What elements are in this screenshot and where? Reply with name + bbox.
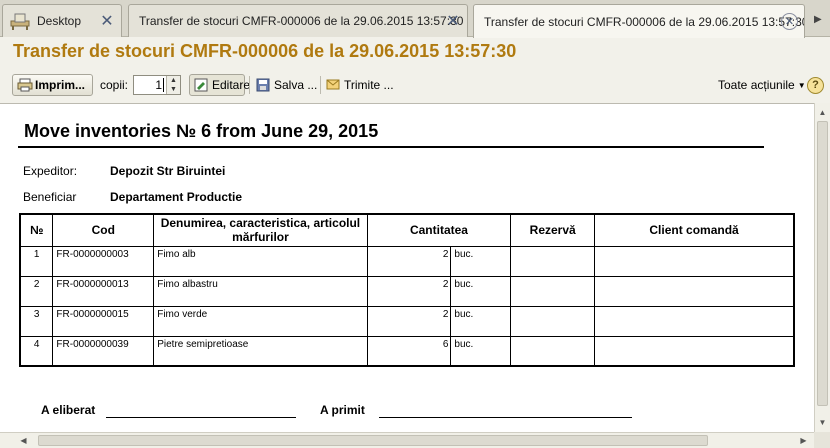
help-button[interactable]: ?: [807, 77, 824, 94]
receiver-label: Beneficiar: [23, 190, 77, 204]
row-client: [594, 335, 795, 366]
title-underline: [18, 146, 764, 148]
toolbar-separator: [249, 76, 250, 94]
items-table: № Cod Denumirea, caracteristica, articol…: [19, 213, 795, 367]
row-number: 3: [19, 305, 54, 336]
toolbar: Imprim... copii: 1 ▲ ▼ Editare Salva ... …: [0, 72, 830, 100]
floppy-disk-icon: [256, 78, 270, 92]
row-client: [594, 245, 795, 276]
report-title: Move inventories № 6 from June 29, 2015: [24, 121, 379, 141]
edit-button[interactable]: Editare: [189, 74, 250, 96]
row-quantity: 2: [366, 305, 452, 336]
sender-value: Depozit Str Biruintei: [110, 164, 226, 178]
scroll-corner: [814, 432, 830, 448]
table-row: 4 FR-0000000039 Pietre semipretioase 6 b…: [19, 335, 795, 366]
edit-label: Editare: [212, 78, 251, 92]
copies-value[interactable]: 1: [155, 78, 164, 92]
copies-stepper[interactable]: 1 ▲ ▼: [133, 75, 181, 95]
scroll-thumb[interactable]: [817, 121, 828, 406]
row-unit: buc.: [450, 245, 512, 276]
tab-transfer-1[interactable]: Transfer de stocuri CMFR-000006 de la 29…: [128, 4, 468, 37]
column-header: Denumirea, caracteristica, articolul măr…: [153, 213, 368, 247]
scroll-up-icon[interactable]: ▲: [815, 105, 830, 120]
all-actions-label: Toate acțiunile: [718, 78, 795, 92]
row-number: 2: [19, 275, 54, 306]
all-actions-menu[interactable]: Toate acțiunile ▼: [718, 74, 806, 96]
table-header: № Cod Denumirea, caracteristica, articol…: [19, 213, 795, 247]
edit-icon: [194, 78, 208, 92]
page-title: Transfer de stocuri CMFR-000006 de la 29…: [13, 41, 517, 61]
close-circle-icon[interactable]: ✕: [781, 13, 798, 30]
row-quantity: 2: [366, 245, 452, 276]
tab-transfer-2[interactable]: Transfer de stocuri CMFR-000006 de la 29…: [473, 4, 805, 38]
toolbar-separator: [320, 76, 321, 94]
column-header: Cod: [52, 213, 155, 247]
tab-label: Transfer de stocuri CMFR-000006 de la 29…: [484, 14, 804, 29]
table-row: 1 FR-0000000003 Fimo alb 2 buc.: [19, 245, 795, 276]
row-name: Fimo albastru: [153, 275, 368, 306]
column-header: Cantitatea: [366, 213, 512, 247]
close-icon[interactable]: ✕: [99, 13, 115, 29]
row-name: Fimo alb: [153, 245, 368, 276]
row-code: FR-0000000015: [52, 305, 155, 336]
chevron-down-icon: ▼: [797, 80, 806, 90]
row-code: FR-0000000013: [52, 275, 155, 306]
tab-bar: Desktop ✕ Transfer de stocuri CMFR-00000…: [0, 0, 830, 38]
row-name: Pietre semipretioase: [153, 335, 368, 366]
table-row: 2 FR-0000000013 Fimo albastru 2 buc.: [19, 275, 795, 306]
send-label: Trimite ...: [344, 78, 394, 92]
stepper-arrows-icon[interactable]: ▲ ▼: [166, 76, 180, 94]
table-row: 3 FR-0000000015 Fimo verde 2 buc.: [19, 305, 795, 336]
row-reserve: [510, 275, 596, 306]
scroll-right-icon[interactable]: ▶: [796, 433, 811, 448]
tab-label: Transfer de stocuri CMFR-000006 de la 29…: [139, 14, 464, 28]
row-reserve: [510, 305, 596, 336]
save-label: Salva ...: [274, 78, 318, 92]
released-by-line: [106, 417, 296, 418]
receiver-value: Departament Productie: [110, 190, 243, 204]
scroll-left-icon[interactable]: ◀: [16, 433, 31, 448]
send-button[interactable]: Trimite ...: [326, 74, 394, 96]
row-number: 4: [19, 335, 54, 366]
row-reserve: [510, 335, 596, 366]
row-code: FR-0000000039: [52, 335, 155, 366]
tab-label: Desktop: [37, 14, 82, 28]
print-button[interactable]: Imprim...: [12, 74, 93, 96]
scroll-down-icon[interactable]: ▼: [815, 415, 830, 430]
row-unit: buc.: [450, 305, 512, 336]
horizontal-scrollbar[interactable]: ◀ ▶: [0, 432, 814, 448]
printer-icon: [17, 78, 33, 92]
received-by-line: [379, 417, 632, 418]
released-by-label: A eliberat: [41, 403, 96, 417]
row-number: 1: [19, 245, 54, 276]
print-label: Imprim...: [35, 78, 86, 92]
sender-label: Expeditor:: [23, 164, 78, 178]
row-name: Fimo verde: [153, 305, 368, 336]
help-icon: ?: [812, 79, 819, 91]
row-client: [594, 305, 795, 336]
vertical-scrollbar[interactable]: ▲ ▼: [814, 103, 830, 433]
envelope-icon: [326, 78, 340, 92]
save-button[interactable]: Salva ...: [256, 74, 317, 96]
column-header: Rezervă: [510, 213, 596, 247]
tab-scroll-right-icon[interactable]: ▶: [814, 14, 822, 25]
tab-desktop[interactable]: Desktop ✕: [2, 4, 122, 37]
row-quantity: 2: [366, 275, 452, 306]
scroll-thumb[interactable]: [38, 435, 708, 446]
desktop-icon: [9, 11, 31, 31]
row-code: FR-0000000003: [52, 245, 155, 276]
copies-label: copii:: [100, 78, 129, 92]
row-reserve: [510, 245, 596, 276]
column-header: №: [19, 213, 54, 247]
row-quantity: 6: [366, 335, 452, 366]
row-unit: buc.: [450, 275, 512, 306]
close-icon[interactable]: ✕: [445, 13, 461, 29]
row-unit: buc.: [450, 335, 512, 366]
received-by-label: A primit: [320, 403, 365, 417]
row-client: [594, 275, 795, 306]
column-header: Client comandă: [594, 213, 795, 247]
